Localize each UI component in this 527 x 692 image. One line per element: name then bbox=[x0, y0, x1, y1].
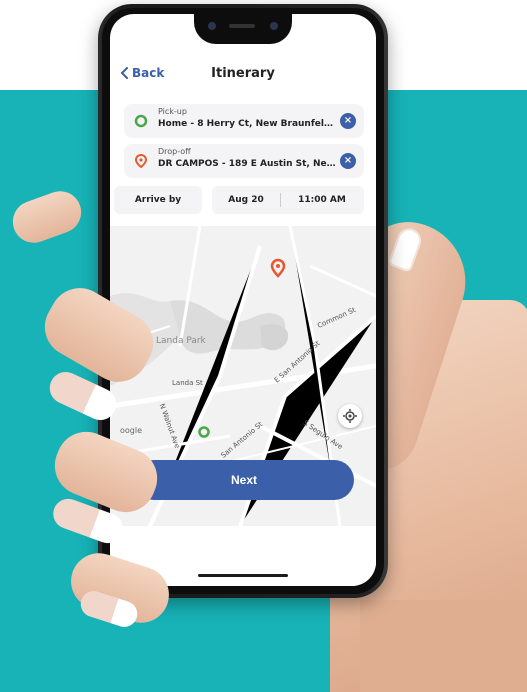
app-header: Back Itinerary bbox=[110, 58, 376, 90]
next-button[interactable]: Next bbox=[134, 460, 354, 500]
green-circle-marker-icon bbox=[134, 114, 148, 128]
phone-notch bbox=[194, 14, 292, 44]
phone-screen: Back Itinerary Pick-up Home - 8 Herry Ct… bbox=[110, 14, 376, 586]
locate-me-button[interactable] bbox=[338, 404, 362, 428]
front-camera-icon bbox=[208, 22, 216, 30]
speaker-grille bbox=[229, 24, 255, 28]
dropoff-field[interactable]: Drop-off DR CAMPOS - 189 E Austin St, Ne… bbox=[124, 144, 364, 178]
datetime-picker[interactable]: Aug 20 11:00 AM bbox=[212, 186, 364, 214]
arrive-by-selector[interactable]: Arrive by bbox=[114, 186, 202, 214]
time-value[interactable]: 11:00 AM bbox=[281, 195, 363, 205]
close-icon: × bbox=[343, 115, 353, 126]
clear-dropoff-button[interactable]: × bbox=[340, 153, 356, 169]
pickup-label: Pick-up bbox=[158, 107, 187, 116]
dropoff-address: DR CAMPOS - 189 E Austin St, New Br... bbox=[158, 159, 338, 169]
chevron-left-icon bbox=[120, 67, 128, 79]
crosshair-icon bbox=[343, 409, 357, 423]
front-camera-icon bbox=[270, 22, 278, 30]
close-icon: × bbox=[343, 155, 353, 166]
pickup-field[interactable]: Pick-up Home - 8 Herry Ct, New Braunfels… bbox=[124, 104, 364, 138]
back-label: Back bbox=[132, 66, 165, 80]
map-label-landa-st: Landa St bbox=[172, 379, 203, 387]
orange-pin-icon bbox=[134, 154, 148, 168]
back-button[interactable]: Back bbox=[120, 66, 164, 80]
date-value[interactable]: Aug 20 bbox=[212, 195, 280, 205]
clear-pickup-button[interactable]: × bbox=[340, 113, 356, 129]
map-label-park: Landa Park bbox=[156, 336, 206, 346]
hand-wrist bbox=[360, 600, 527, 692]
pickup-address: Home - 8 Herry Ct, New Braunfels, Tx,... bbox=[158, 119, 338, 129]
home-indicator[interactable] bbox=[198, 574, 288, 577]
map-label-google: oogle bbox=[120, 426, 143, 435]
arrive-by-label: Arrive by bbox=[134, 195, 182, 205]
dropoff-label: Drop-off bbox=[158, 147, 191, 156]
